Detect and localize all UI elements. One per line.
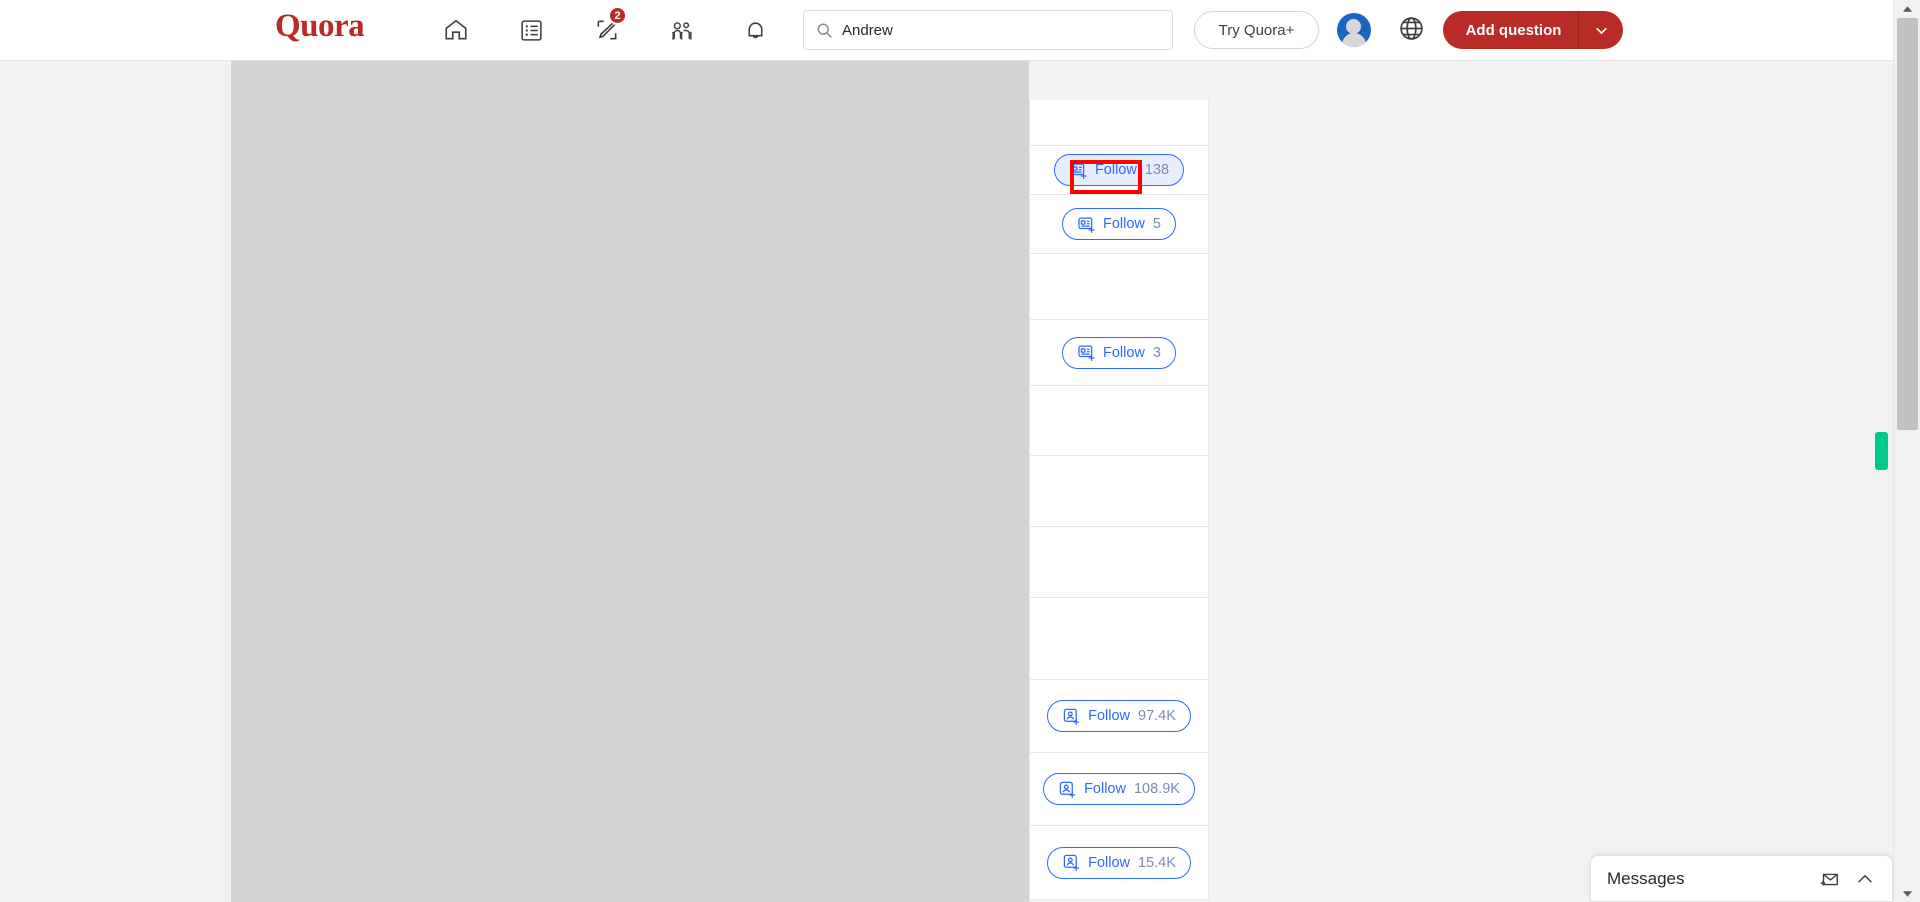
follow-button[interactable]: Follow 108.9K: [1043, 773, 1195, 805]
follow-button-label: Follow: [1094, 162, 1137, 178]
follow-button-label: Follow: [1084, 781, 1126, 797]
nav-people-button[interactable]: [663, 12, 699, 48]
bell-icon: [743, 18, 768, 43]
follow-button-label: Follow: [1088, 854, 1130, 871]
rail-row: Follow 138: [1030, 146, 1208, 195]
new-message-icon[interactable]: [1818, 868, 1840, 890]
search-input-value: Andrew: [842, 21, 893, 39]
rail-row: Follow 108.9K: [1030, 753, 1208, 826]
chevron-down-icon[interactable]: [1579, 11, 1623, 49]
avatar-body: [1342, 33, 1366, 47]
main-feed-placeholder: [231, 61, 1029, 902]
follow-button-label: Follow: [1103, 216, 1145, 232]
space-follow-icon: [1069, 161, 1088, 180]
nav-answer-button[interactable]: [513, 12, 549, 48]
follow-button[interactable]: Follow 97.4K: [1047, 700, 1191, 732]
follow-button[interactable]: Follow 5: [1062, 208, 1176, 240]
follow-count: 15.4K: [1138, 854, 1176, 871]
right-rail-card: Follow 138 Follow 5 Follow 3 Follow 97.4K Follow…: [1029, 100, 1209, 900]
try-quora-plus-button[interactable]: Try Quora+: [1194, 11, 1319, 49]
language-button[interactable]: [1397, 14, 1429, 46]
rail-row: [1030, 386, 1208, 456]
messages-widget[interactable]: Messages: [1590, 855, 1893, 902]
messages-title: Messages: [1607, 868, 1685, 888]
nav-home-button[interactable]: [438, 12, 474, 48]
follow-button[interactable]: Follow 3: [1062, 336, 1176, 369]
rail-row: Follow 97.4K: [1030, 680, 1208, 753]
rail-row: [1030, 527, 1208, 598]
spaces-notification-badge: 2: [608, 6, 627, 25]
rail-row: [1030, 254, 1208, 320]
follow-count: 108.9K: [1133, 781, 1180, 797]
scrollbar-find-marker: [1875, 432, 1888, 470]
page-scrollbar[interactable]: [1875, 0, 1920, 902]
follow-button-label: Follow: [1103, 344, 1145, 361]
rail-row: Follow 5: [1030, 195, 1208, 254]
search-input[interactable]: Andrew: [803, 10, 1173, 50]
people-icon: [668, 17, 695, 44]
chevron-up-icon[interactable]: [1854, 868, 1876, 890]
add-question-label: Add question: [1465, 21, 1562, 39]
space-follow-icon: [1077, 215, 1096, 234]
rail-row: Follow 15.4K: [1030, 826, 1208, 899]
follow-button[interactable]: Follow 138: [1053, 154, 1185, 186]
scroll-up-arrow[interactable]: [1894, 0, 1920, 17]
follow-count: 5: [1152, 216, 1161, 232]
add-question-button[interactable]: Add question: [1443, 11, 1623, 49]
home-icon: [443, 17, 469, 43]
user-avatar[interactable]: [1337, 13, 1371, 47]
person-follow-icon: [1062, 707, 1081, 726]
avatar-head: [1346, 19, 1361, 34]
follow-count: 3: [1152, 344, 1161, 361]
search-icon: [816, 22, 833, 39]
rail-row: Follow 3: [1030, 320, 1208, 386]
try-quora-plus-label: Try Quora+: [1218, 21, 1295, 39]
page-background: Quora 2 Andrew Try Quora+ Add question F…: [0, 0, 1920, 902]
follow-button[interactable]: Follow 15.4K: [1047, 846, 1191, 879]
space-follow-icon: [1077, 343, 1096, 362]
rail-row: [1030, 598, 1208, 680]
nav-notifications-button[interactable]: [737, 12, 773, 48]
answer-list-icon: [519, 18, 544, 43]
rail-row: [1030, 456, 1208, 527]
person-follow-icon: [1062, 853, 1081, 872]
person-follow-icon: [1058, 780, 1077, 799]
follow-count: 97.4K: [1138, 708, 1176, 724]
site-header: Quora 2 Andrew Try Quora+ Add question: [0, 0, 1893, 61]
scroll-down-arrow[interactable]: [1894, 885, 1920, 902]
globe-icon: [1397, 17, 1426, 47]
follow-count: 138: [1144, 162, 1170, 178]
follow-button-label: Follow: [1088, 708, 1130, 724]
quora-logo[interactable]: Quora: [275, 8, 365, 45]
scrollbar-thumb[interactable]: [1897, 18, 1918, 430]
rail-row: [1030, 100, 1208, 146]
